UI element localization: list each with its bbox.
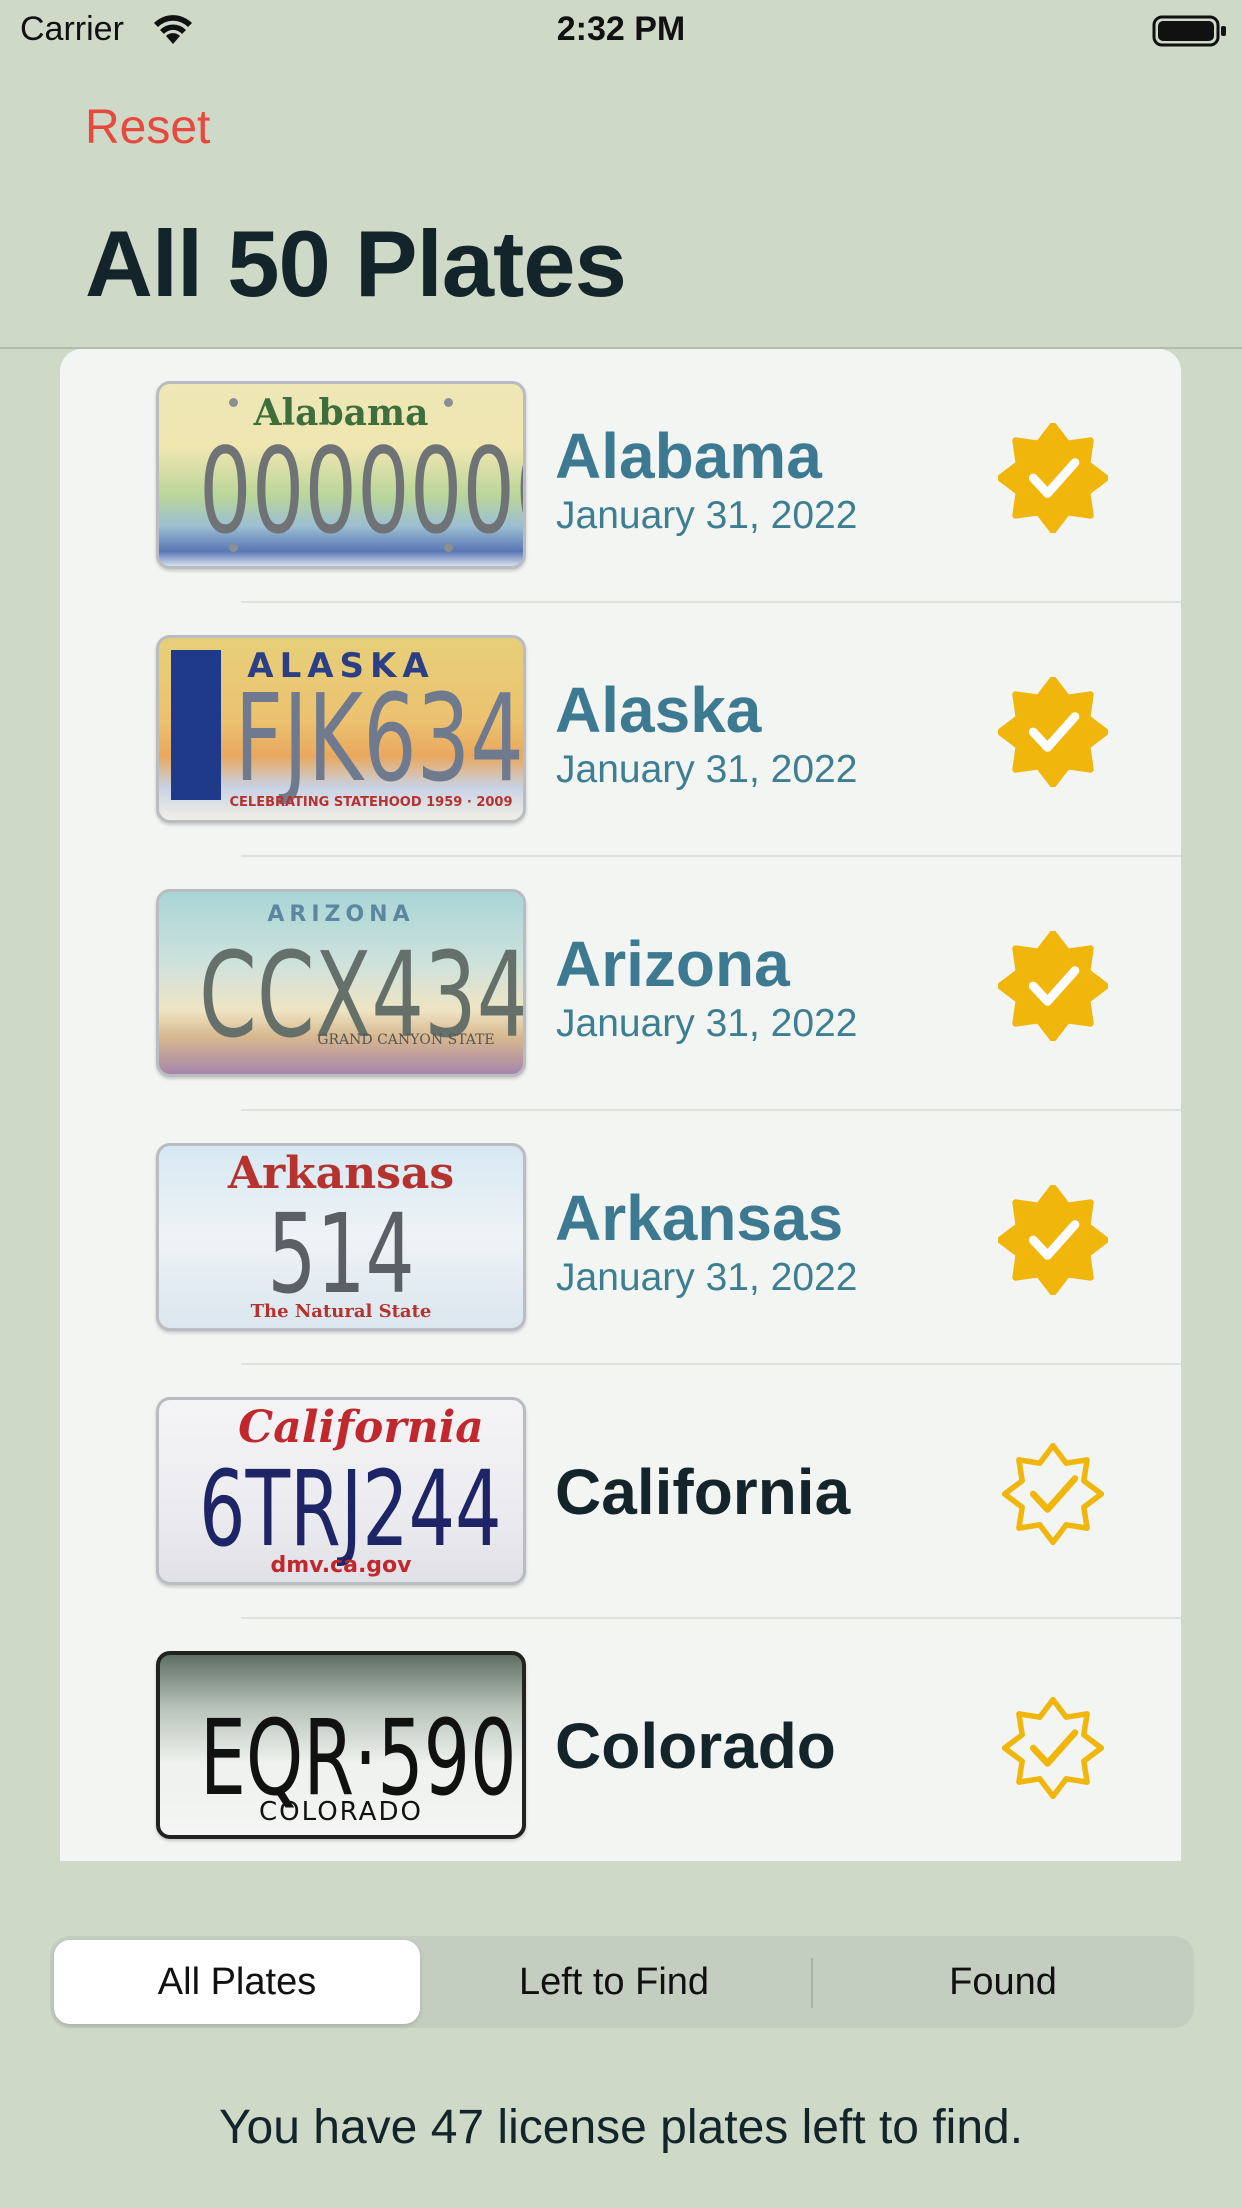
found-check-badge-icon[interactable] bbox=[998, 423, 1108, 533]
filter-segmented-control[interactable]: All Plates Left to Find Found bbox=[50, 1936, 1194, 2028]
state-name: Colorado bbox=[555, 1710, 836, 1782]
arizona-plate-image: ARIZONA CCX4344 GRAND CANYON STATE bbox=[156, 889, 526, 1077]
reset-button[interactable]: Reset bbox=[85, 100, 210, 155]
page-title: All 50 Plates bbox=[85, 211, 627, 316]
found-date: January 31, 2022 bbox=[556, 1256, 858, 1299]
state-name: Alabama bbox=[555, 420, 822, 492]
alaska-plate-image: ALASKA FJK634 CELEBRATING STATEHOOD 1959… bbox=[156, 635, 526, 823]
found-check-badge-icon[interactable] bbox=[998, 931, 1108, 1041]
list-item[interactable]: Arkansas 514 KZE The Natural State Arkan… bbox=[60, 1111, 1181, 1365]
status-bar: Carrier 2:32 PM bbox=[0, 0, 1242, 62]
found-date: January 31, 2022 bbox=[556, 1002, 858, 1045]
list-item[interactable]: ARIZONA CCX4344 GRAND CANYON STATE Arizo… bbox=[60, 857, 1181, 1111]
found-date: January 31, 2022 bbox=[556, 494, 858, 537]
unfound-check-badge-icon[interactable] bbox=[998, 1439, 1108, 1549]
plates-left-summary: You have 47 license plates left to find. bbox=[218, 2101, 1024, 2154]
state-name: California bbox=[555, 1456, 851, 1528]
plates-list[interactable]: Alabama 0000000 Alabama January 31, 2022… bbox=[60, 349, 1181, 1861]
state-name: Alaska bbox=[555, 674, 762, 746]
california-plate-image: California 6TRJ244 dmv.ca.gov bbox=[156, 1397, 526, 1585]
arkansas-plate-image: Arkansas 514 KZE The Natural State bbox=[156, 1143, 526, 1331]
colorado-plate-image: EQR·590 COLORADO bbox=[156, 1651, 526, 1839]
battery-icon bbox=[1152, 15, 1226, 47]
list-item[interactable]: ALASKA FJK634 CELEBRATING STATEHOOD 1959… bbox=[60, 603, 1181, 857]
list-item[interactable]: California 6TRJ244 dmv.ca.gov California bbox=[60, 1365, 1181, 1619]
clock: 2:32 PM bbox=[556, 10, 686, 48]
segment-found[interactable]: Found bbox=[814, 1940, 1192, 2024]
list-item[interactable]: EQR·590 COLORADO Colorado bbox=[60, 1619, 1181, 1861]
found-check-badge-icon[interactable] bbox=[998, 1185, 1108, 1295]
segment-left-to-find[interactable]: Left to Find bbox=[422, 1940, 806, 2024]
segment-all-plates[interactable]: All Plates bbox=[54, 1940, 420, 2024]
state-name: Arizona bbox=[555, 928, 790, 1000]
list-item[interactable]: Alabama 0000000 Alabama January 31, 2022 bbox=[60, 349, 1181, 603]
found-check-badge-icon[interactable] bbox=[998, 677, 1108, 787]
found-date: January 31, 2022 bbox=[556, 748, 858, 791]
unfound-check-badge-icon[interactable] bbox=[998, 1693, 1108, 1803]
state-name: Arkansas bbox=[555, 1182, 844, 1254]
segment-divider bbox=[811, 1958, 813, 2008]
alabama-plate-image: Alabama 0000000 bbox=[156, 381, 526, 569]
